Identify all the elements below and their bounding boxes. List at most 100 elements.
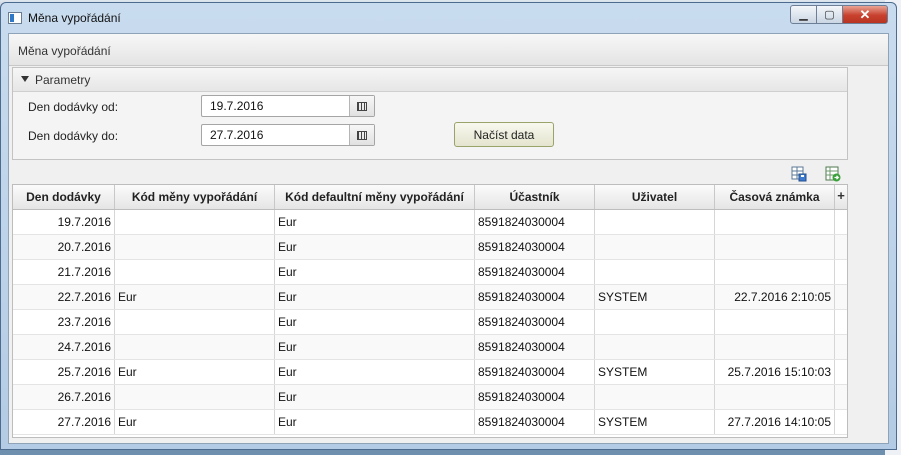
cell-delivery-day: 25.7.2016 bbox=[13, 360, 115, 384]
maximize-button[interactable]: ▢ bbox=[816, 5, 843, 24]
cell-timestamp bbox=[715, 210, 835, 234]
window-content: Měna vypořádání Parametry Den dodávky od… bbox=[8, 33, 889, 444]
cell-participant: 8591824030004 bbox=[475, 335, 595, 359]
cell-settlement-currency bbox=[115, 385, 275, 409]
cell-default-currency: Eur bbox=[275, 235, 475, 259]
cell-user: SYSTEM bbox=[595, 285, 715, 309]
cell-spacer bbox=[835, 285, 847, 309]
excel-export-icon[interactable] bbox=[825, 166, 841, 182]
cell-participant: 8591824030004 bbox=[475, 210, 595, 234]
window-title: Měna vypořádání bbox=[28, 11, 121, 25]
column-header-settlement-currency[interactable]: Kód měny vypořádání bbox=[115, 185, 275, 209]
column-chooser-button[interactable]: + bbox=[835, 185, 847, 209]
cell-default-currency: Eur bbox=[275, 360, 475, 384]
cell-user bbox=[595, 335, 715, 359]
cell-user bbox=[595, 235, 715, 259]
cell-default-currency: Eur bbox=[275, 210, 475, 234]
cell-user bbox=[595, 310, 715, 334]
cell-timestamp bbox=[715, 235, 835, 259]
close-button[interactable]: ✕ bbox=[842, 5, 888, 24]
close-icon: ✕ bbox=[859, 6, 871, 22]
minimize-icon: ▁ bbox=[799, 9, 808, 21]
cell-delivery-day: 24.7.2016 bbox=[13, 335, 115, 359]
date-from-input[interactable] bbox=[202, 96, 350, 116]
cell-spacer bbox=[835, 210, 847, 234]
date-from-calendar-button[interactable] bbox=[349, 96, 374, 116]
load-data-button[interactable]: Načíst data bbox=[454, 122, 554, 147]
date-to-label: Den dodávky do: bbox=[28, 129, 119, 143]
cell-participant: 8591824030004 bbox=[475, 410, 595, 434]
cell-settlement-currency: Eur bbox=[115, 360, 275, 384]
cell-timestamp bbox=[715, 385, 835, 409]
date-to-calendar-button[interactable] bbox=[349, 125, 374, 145]
cell-user bbox=[595, 385, 715, 409]
cell-delivery-day: 26.7.2016 bbox=[13, 385, 115, 409]
cell-default-currency: Eur bbox=[275, 285, 475, 309]
table-row[interactable]: 23.7.2016 Eur 8591824030004 bbox=[13, 310, 847, 335]
table-row[interactable]: 22.7.2016 Eur Eur 8591824030004 SYSTEM 22.7.2… bbox=[13, 285, 847, 310]
column-header-delivery-day[interactable]: Den dodávky bbox=[13, 185, 115, 209]
cell-delivery-day: 27.7.2016 bbox=[13, 410, 115, 434]
cell-default-currency: Eur bbox=[275, 410, 475, 434]
table-row[interactable]: 21.7.2016 Eur 8591824030004 bbox=[13, 260, 847, 285]
table-save-icon[interactable] bbox=[791, 166, 807, 182]
cell-user bbox=[595, 210, 715, 234]
column-header-default-currency[interactable]: Kód defaultní měny vypořádání bbox=[275, 185, 475, 209]
cell-spacer bbox=[835, 385, 847, 409]
parameters-header[interactable]: Parametry bbox=[13, 68, 847, 92]
collapse-triangle-icon[interactable] bbox=[21, 76, 29, 82]
cell-delivery-day: 19.7.2016 bbox=[13, 210, 115, 234]
column-header-participant[interactable]: Účastník bbox=[475, 185, 595, 209]
calendar-icon bbox=[357, 101, 367, 111]
cell-user bbox=[595, 260, 715, 284]
cell-user: SYSTEM bbox=[595, 410, 715, 434]
cell-timestamp bbox=[715, 310, 835, 334]
maximize-icon: ▢ bbox=[824, 9, 835, 21]
cell-timestamp bbox=[715, 260, 835, 284]
table-row[interactable]: 24.7.2016 Eur 8591824030004 bbox=[13, 335, 847, 360]
table-row[interactable]: 26.7.2016 Eur 8591824030004 bbox=[13, 385, 847, 410]
cell-settlement-currency bbox=[115, 235, 275, 259]
cell-participant: 8591824030004 bbox=[475, 360, 595, 384]
cell-timestamp: 22.7.2016 2:10:05 bbox=[715, 285, 835, 309]
cell-default-currency: Eur bbox=[275, 335, 475, 359]
calendar-icon bbox=[357, 130, 367, 140]
column-header-timestamp[interactable]: Časová známka bbox=[715, 185, 835, 209]
minimize-button[interactable]: ▁ bbox=[790, 5, 817, 24]
cell-settlement-currency bbox=[115, 210, 275, 234]
table-header: Den dodávky Kód měny vypořádání Kód defa… bbox=[13, 185, 847, 210]
results-table: Den dodávky Kód měny vypořádání Kód defa… bbox=[12, 184, 848, 438]
title-bar[interactable]: Měna vypořádání ▁ ▢ ✕ bbox=[1, 3, 896, 33]
table-row[interactable]: 27.7.2016 Eur Eur 8591824030004 SYSTEM 27.7.2… bbox=[13, 410, 847, 435]
main-panel-title: Měna vypořádání bbox=[18, 44, 111, 58]
cell-participant: 8591824030004 bbox=[475, 260, 595, 284]
cell-spacer bbox=[835, 335, 847, 359]
cell-default-currency: Eur bbox=[275, 310, 475, 334]
cell-default-currency: Eur bbox=[275, 385, 475, 409]
cell-settlement-currency bbox=[115, 335, 275, 359]
parameters-panel: Parametry Den dodávky od: Den dodávky do… bbox=[12, 67, 848, 160]
cell-delivery-day: 23.7.2016 bbox=[13, 310, 115, 334]
table-row[interactable]: 25.7.2016 Eur Eur 8591824030004 SYSTEM 25.7.2… bbox=[13, 360, 847, 385]
cell-default-currency: Eur bbox=[275, 260, 475, 284]
date-to-input[interactable] bbox=[202, 125, 350, 145]
cell-timestamp bbox=[715, 335, 835, 359]
cell-delivery-day: 22.7.2016 bbox=[13, 285, 115, 309]
dialog-window: Měna vypořádání ▁ ▢ ✕ Měna vypořádání Pa… bbox=[0, 2, 897, 450]
cell-user: SYSTEM bbox=[595, 360, 715, 384]
date-to-picker[interactable] bbox=[201, 124, 375, 146]
app-window-icon bbox=[8, 12, 22, 24]
cell-settlement-currency: Eur bbox=[115, 410, 275, 434]
column-header-user[interactable]: Uživatel bbox=[595, 185, 715, 209]
cell-spacer bbox=[835, 410, 847, 434]
cell-spacer bbox=[835, 360, 847, 384]
main-panel-header: Měna vypořádání bbox=[9, 34, 888, 66]
date-from-picker[interactable] bbox=[201, 95, 375, 117]
cell-delivery-day: 21.7.2016 bbox=[13, 260, 115, 284]
cell-timestamp: 25.7.2016 15:10:03 bbox=[715, 360, 835, 384]
table-row[interactable]: 19.7.2016 Eur 8591824030004 bbox=[13, 210, 847, 235]
cell-settlement-currency bbox=[115, 260, 275, 284]
parameters-title: Parametry bbox=[35, 73, 91, 87]
table-row[interactable]: 20.7.2016 Eur 8591824030004 bbox=[13, 235, 847, 260]
cell-settlement-currency bbox=[115, 310, 275, 334]
